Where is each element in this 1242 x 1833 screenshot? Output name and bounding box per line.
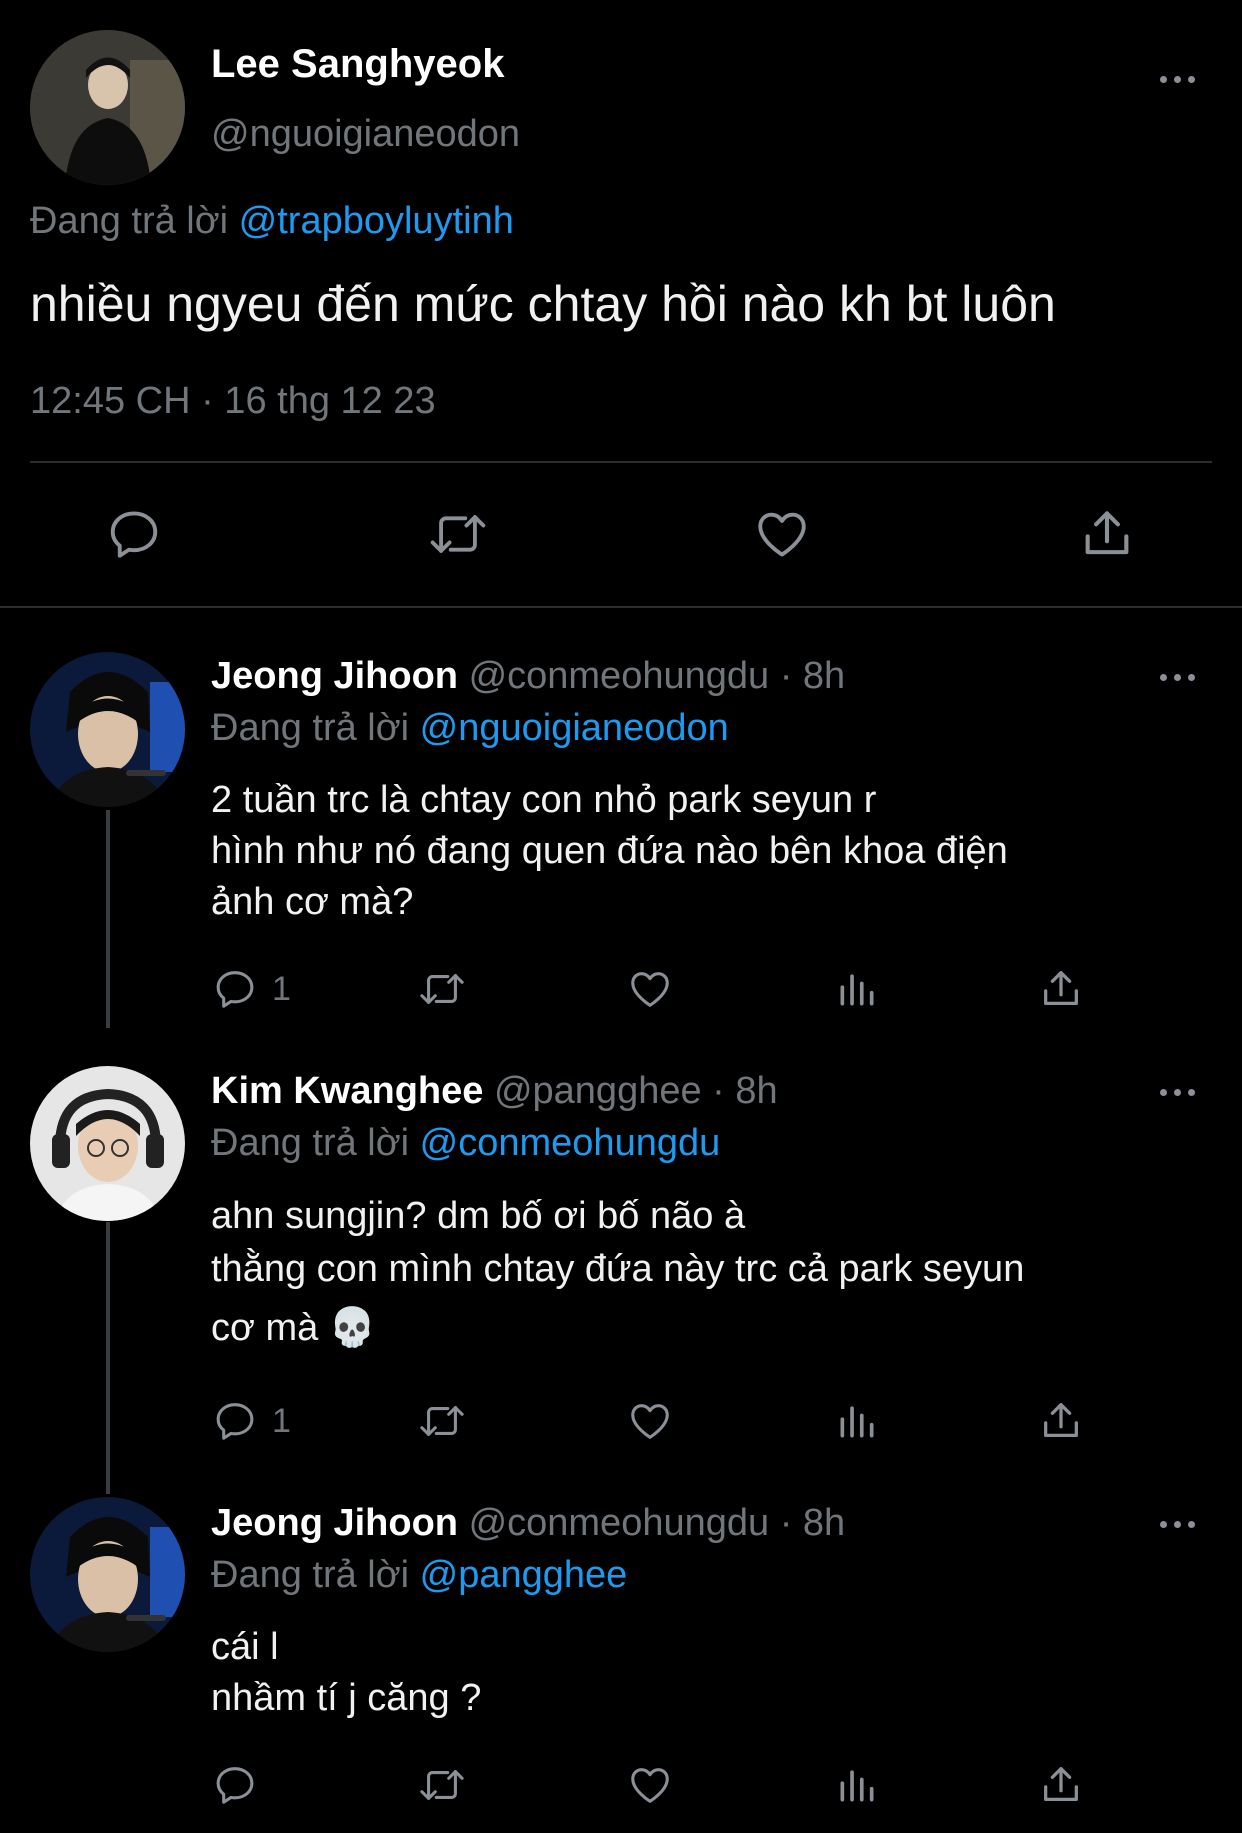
- tweet-timestamp[interactable]: 12:45 CH · 16 thg 12 23: [30, 380, 436, 423]
- reply-icon[interactable]: [105, 505, 163, 563]
- like-icon[interactable]: [626, 1762, 674, 1808]
- text-line: ahn sungjin? dm bố ơi bố não à: [211, 1195, 746, 1237]
- author-name[interactable]: Jeong Jihoon: [211, 655, 458, 697]
- reply-mention[interactable]: @nguoigianeodon: [420, 707, 729, 749]
- section-divider: [0, 606, 1242, 608]
- share-icon[interactable]: [1078, 505, 1136, 563]
- retweet-icon[interactable]: [416, 966, 468, 1012]
- author-name[interactable]: Kim Kwanghee: [211, 1070, 483, 1112]
- avatar[interactable]: [30, 1497, 185, 1652]
- author-name[interactable]: Jeong Jihoon: [211, 1502, 458, 1544]
- tweet-text: cái l nhầm tí j căng ?: [211, 1622, 481, 1724]
- reply-mention[interactable]: @conmeohungdu: [420, 1122, 721, 1164]
- views-icon[interactable]: [835, 1398, 879, 1444]
- retweet-icon[interactable]: [416, 1762, 468, 1808]
- text-line: ảnh cơ mà?: [211, 881, 414, 923]
- author-handle[interactable]: @nguoigianeodon: [211, 113, 520, 156]
- thread-line: [106, 1222, 110, 1494]
- views-icon[interactable]: [835, 966, 879, 1012]
- reply-count: 1: [272, 970, 291, 1008]
- like-icon[interactable]: [626, 966, 674, 1012]
- reply-header: Jeong Jihoon @conmeohungdu · 8h: [211, 1502, 845, 1545]
- divider: [30, 461, 1212, 463]
- share-icon[interactable]: [1038, 966, 1084, 1012]
- tweet-text: 2 tuần trc là chtay con nhỏ park seyun r…: [211, 775, 1008, 928]
- text-line: thằng con mình chtay đứa này trc cả park…: [211, 1248, 1025, 1290]
- tweet-text: ahn sungjin? dm bố ơi bố não à thằng con…: [211, 1190, 1024, 1355]
- reply-mention[interactable]: @trapboyluytinh: [239, 200, 514, 242]
- reply-icon[interactable]: [212, 1398, 258, 1444]
- avatar[interactable]: [30, 652, 185, 807]
- author-handle-time[interactable]: @conmeohungdu · 8h: [469, 655, 846, 697]
- reply-label: Đang trả lời: [211, 707, 410, 749]
- retweet-icon[interactable]: [426, 505, 490, 563]
- more-options-icon[interactable]: [1160, 672, 1200, 684]
- text-line: 2 tuần trc là chtay con nhỏ park seyun r: [211, 779, 877, 821]
- text-line: nhầm tí j căng ?: [211, 1677, 482, 1719]
- more-options-icon[interactable]: [1160, 74, 1200, 86]
- avatar[interactable]: [30, 30, 185, 185]
- reply-mention[interactable]: @pangghee: [420, 1554, 628, 1596]
- reply-label: Đang trả lời: [211, 1554, 410, 1596]
- reply-context: Đang trả lời @pangghee: [211, 1554, 627, 1597]
- author-name[interactable]: Lee Sanghyeok: [211, 42, 504, 87]
- text-line: hình như nó đang quen đứa nào bên khoa đ…: [211, 830, 1008, 872]
- text-line: cơ mà 💀: [211, 1307, 377, 1349]
- reply-context: Đang trả lời @conmeohungdu: [211, 1122, 720, 1165]
- retweet-icon[interactable]: [416, 1398, 468, 1444]
- reply-icon[interactable]: [212, 966, 258, 1012]
- author-handle-time[interactable]: @pangghee · 8h: [494, 1070, 778, 1112]
- share-icon[interactable]: [1038, 1762, 1084, 1808]
- text-line: cái l: [211, 1626, 279, 1668]
- reply-label: Đang trả lời: [211, 1122, 410, 1164]
- reply-header: Kim Kwanghee @pangghee · 8h: [211, 1070, 778, 1113]
- reply-count: 1: [272, 1402, 291, 1440]
- share-icon[interactable]: [1038, 1398, 1084, 1444]
- like-icon[interactable]: [752, 505, 812, 563]
- reply-context: Đang trả lời @trapboyluytinh: [30, 200, 514, 243]
- more-options-icon[interactable]: [1160, 1087, 1200, 1099]
- views-icon[interactable]: [835, 1762, 879, 1808]
- reply-icon[interactable]: [212, 1762, 258, 1808]
- avatar[interactable]: [30, 1066, 185, 1221]
- reply-label: Đang trả lời: [30, 200, 229, 242]
- reply-context: Đang trả lời @nguoigianeodon: [211, 707, 729, 750]
- like-icon[interactable]: [626, 1398, 674, 1444]
- reply-header: Jeong Jihoon @conmeohungdu · 8h: [211, 655, 845, 698]
- thread-line: [106, 810, 110, 1028]
- more-options-icon[interactable]: [1160, 1519, 1200, 1531]
- author-handle-time[interactable]: @conmeohungdu · 8h: [469, 1502, 846, 1544]
- tweet-text: nhiều ngyeu đến mức chtay hồi nào kh bt …: [30, 276, 1056, 332]
